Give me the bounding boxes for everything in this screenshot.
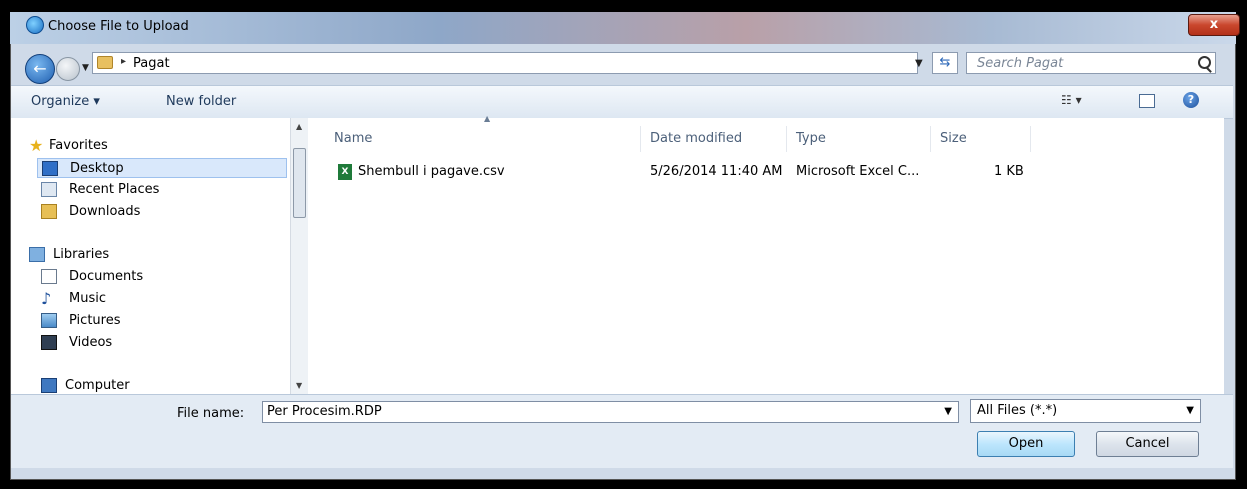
- file-name-value: Per Procesim.RDP: [267, 404, 382, 419]
- navigation-pane: ★ Favorites Desktop Recent Places Downlo…: [11, 118, 298, 394]
- new-folder-button[interactable]: New folder: [166, 94, 236, 109]
- breadcrumb-current-folder[interactable]: Pagat: [133, 56, 170, 71]
- desktop-icon: [42, 161, 58, 176]
- column-header-date-modified[interactable]: Date modified: [650, 131, 742, 146]
- address-bar[interactable]: ▸ Pagat: [92, 52, 918, 74]
- recent-pages-dropdown[interactable]: ▼: [82, 63, 89, 73]
- column-header-name[interactable]: Name: [334, 131, 372, 146]
- excel-file-icon: X: [338, 164, 352, 180]
- file-name-label: File name:: [177, 406, 245, 421]
- file-type-select[interactable]: All Files (*.*) ▼: [970, 399, 1201, 423]
- nav-item-computer[interactable]: Computer: [41, 376, 261, 396]
- column-divider[interactable]: [786, 126, 787, 152]
- close-button[interactable]: x: [1188, 14, 1240, 36]
- nav-item-documents[interactable]: Documents: [41, 267, 261, 287]
- star-icon: ★: [29, 136, 44, 155]
- downloads-folder-icon: [41, 204, 57, 219]
- title-bar[interactable]: [10, 12, 1236, 44]
- column-divider[interactable]: [930, 126, 931, 152]
- back-button[interactable]: ←: [25, 54, 55, 84]
- search-input[interactable]: Search Pagat: [966, 52, 1216, 74]
- search-icon[interactable]: [1198, 56, 1211, 69]
- nav-item-videos[interactable]: Videos: [41, 333, 261, 353]
- help-icon[interactable]: ?: [1183, 92, 1199, 108]
- nav-item-recent-places[interactable]: Recent Places: [41, 180, 261, 200]
- computer-icon: [41, 378, 57, 393]
- nav-item-downloads[interactable]: Downloads: [41, 202, 261, 222]
- nav-item-pictures[interactable]: Pictures: [41, 311, 261, 331]
- column-header-size[interactable]: Size: [940, 131, 967, 146]
- internet-explorer-icon: [26, 16, 44, 34]
- cancel-button[interactable]: Cancel: [1096, 431, 1199, 457]
- scroll-up-arrow-icon[interactable]: ▲: [296, 122, 302, 131]
- scroll-down-arrow-icon[interactable]: ▼: [296, 381, 302, 390]
- scrollbar-thumb[interactable]: [293, 148, 306, 218]
- file-name-dropdown-icon[interactable]: ▼: [944, 406, 952, 417]
- chevron-down-icon: ▼: [1186, 405, 1194, 416]
- folder-icon: [97, 56, 113, 69]
- column-header-type[interactable]: Type: [796, 131, 826, 146]
- file-size: 1 KB: [994, 164, 1024, 179]
- videos-icon: [41, 335, 57, 350]
- nav-item-desktop[interactable]: Desktop: [37, 158, 287, 178]
- column-divider[interactable]: [640, 126, 641, 152]
- preview-pane-icon[interactable]: [1139, 94, 1155, 108]
- navigation-scrollbar[interactable]: ▲ ▼: [290, 118, 308, 394]
- back-arrow-icon: ←: [33, 59, 47, 78]
- file-list: Name Date modified Type Size X Shembull …: [308, 118, 1224, 394]
- address-history-dropdown[interactable]: ▼: [915, 58, 923, 69]
- open-button[interactable]: Open: [977, 431, 1075, 457]
- breadcrumb-separator[interactable]: ▸: [121, 56, 126, 67]
- column-divider[interactable]: [1030, 126, 1031, 152]
- organize-menu[interactable]: Organize ▾: [31, 94, 100, 109]
- documents-icon: [41, 269, 57, 284]
- libraries-icon: [29, 247, 45, 262]
- command-bar: Organize ▾ New folder ☷ ▾ ?: [11, 85, 1233, 119]
- search-placeholder: Search Pagat: [977, 56, 1064, 71]
- change-view-button[interactable]: ☷ ▾: [1061, 93, 1091, 109]
- file-name-input[interactable]: Per Procesim.RDP ▼: [262, 401, 959, 423]
- sort-ascending-icon: ▲: [484, 114, 491, 123]
- file-type-value: All Files (*.*): [977, 403, 1058, 418]
- forward-button[interactable]: [56, 57, 80, 81]
- refresh-icon: ⇆: [939, 55, 951, 70]
- pictures-icon: [41, 313, 57, 328]
- recent-places-icon: [41, 182, 57, 197]
- nav-item-favorites[interactable]: ★ Favorites: [29, 136, 249, 156]
- window-title: Choose File to Upload: [48, 19, 189, 34]
- file-type: Microsoft Excel C...: [796, 164, 920, 179]
- nav-item-music[interactable]: ♪ Music: [41, 289, 261, 309]
- nav-item-libraries[interactable]: Libraries: [29, 245, 249, 265]
- file-name[interactable]: Shembull i pagave.csv: [358, 164, 505, 179]
- file-date-modified: 5/26/2014 11:40 AM: [650, 164, 783, 179]
- refresh-button[interactable]: ⇆: [932, 52, 958, 74]
- music-icon: ♪: [41, 289, 52, 308]
